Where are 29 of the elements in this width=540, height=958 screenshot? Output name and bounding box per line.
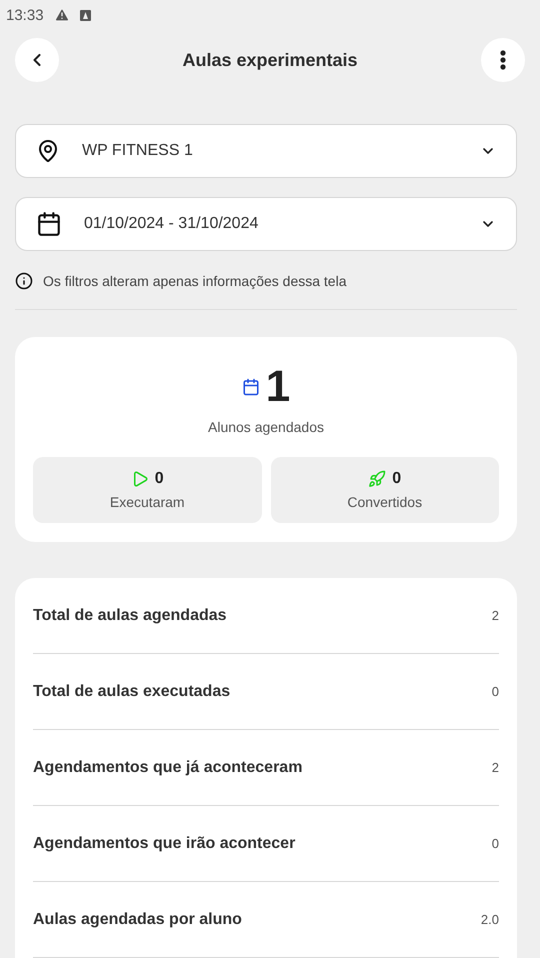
- location-pin-icon: [36, 139, 60, 163]
- scheduled-count: 1: [266, 363, 290, 411]
- calendar-icon: [36, 211, 62, 237]
- stat-label: Convertidos: [347, 494, 422, 510]
- metric-value: 0: [492, 836, 499, 851]
- status-time: 13:33: [6, 6, 44, 24]
- more-options-icon: [500, 50, 506, 70]
- location-dropdown[interactable]: WP FITNESS 1: [15, 124, 517, 178]
- metric-value: 2.0: [480, 912, 499, 927]
- metric-value: 2: [492, 608, 499, 623]
- metric-label: Total de aulas executadas: [33, 682, 230, 700]
- stat-value: 0: [392, 470, 402, 488]
- warning-icon: [54, 7, 70, 23]
- notification-icon: [80, 10, 91, 20]
- info-icon: [15, 272, 33, 290]
- metric-label: Aulas agendadas por aluno: [33, 910, 242, 928]
- stat-value: 0: [154, 470, 164, 488]
- metric-label: Agendamentos que já aconteceram: [33, 758, 302, 776]
- metric-label: Agendamentos que irão acontecer: [33, 834, 296, 852]
- page-title: Aulas experimentais: [182, 50, 358, 70]
- metric-value: 0: [492, 684, 499, 699]
- scheduled-label: Alunos agendados: [208, 419, 324, 435]
- metric-value: 2: [492, 760, 499, 775]
- date-range-dropdown[interactable]: 01/10/2024 - 31/10/2024: [15, 197, 517, 251]
- metric-label: Total de aulas agendadas: [33, 606, 227, 624]
- filter-note: Os filtros alteram apenas informações dessa tela: [43, 273, 346, 289]
- more-options-button[interactable]: [480, 38, 525, 82]
- calendar-icon: [242, 378, 260, 396]
- stat-label: Executaram: [110, 494, 185, 510]
